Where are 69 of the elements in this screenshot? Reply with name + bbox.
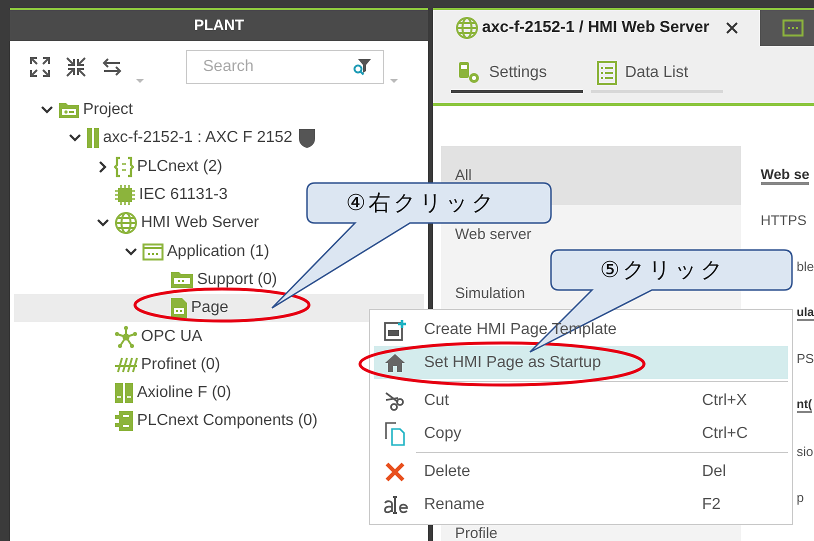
callout-text: ④右クリック [346,190,498,218]
category-item[interactable]: Profile [455,525,498,541]
tree-item[interactable]: axc-f-2152-1 : AXC F 2152 [103,129,292,148]
collapse-all-icon[interactable] [64,55,88,79]
menu-item[interactable]: Cut Ctrl+X [374,384,788,417]
braces-icon [114,156,134,178]
setting-text: nt( [796,397,812,414]
chevron-right-icon[interactable] [99,160,107,173]
folder-icon [58,101,80,120]
rename-icon [382,494,408,514]
category-item[interactable]: Simulation [455,285,526,302]
editor-tab[interactable] [760,8,814,46]
menu-item[interactable]: Set HMI Page as Startup [374,346,788,379]
document-icon [170,297,188,320]
tree-item[interactable]: Project [83,101,133,120]
setting-text: HTTPS [760,212,807,228]
tree-item[interactable]: OPC UA [141,328,202,346]
close-icon[interactable] [726,22,738,34]
tree-item[interactable]: Profinet (0) [141,356,220,374]
view-tab[interactable]: Data List [591,56,723,93]
globe-icon [455,16,479,40]
list-icon [597,60,617,85]
network-icon [114,324,138,349]
view-tab[interactable]: Settings [451,56,583,93]
tree-item[interactable]: Support (0) [197,270,278,289]
tree-item[interactable]: PLCnext Components (0) [137,412,318,430]
tree-item[interactable]: IEC 61131-3 [139,186,228,204]
chevron-down-icon[interactable] [125,248,137,256]
menu-item[interactable]: Copy Ctrl+C [374,417,788,450]
setting-text: ula [796,304,814,321]
menu-item[interactable]: Delete Del [374,455,788,488]
tree-item[interactable]: PLCnext (2) [137,158,222,176]
module-icon [86,127,100,150]
chevron-down-icon[interactable] [41,106,53,114]
menu-item[interactable]: Rename F2 [374,488,788,521]
expand-all-icon[interactable] [28,55,52,79]
setting-text: PS [796,351,814,366]
component-icon [114,410,134,432]
filter-search-icon[interactable] [352,57,372,77]
chevron-down-icon[interactable] [69,134,81,142]
copy-icon [384,422,406,446]
chevron-down-icon[interactable] [97,219,109,228]
setting-text: sio [796,444,814,459]
delete-icon [385,462,405,482]
shield-icon [298,127,316,150]
editor-tab[interactable]: axc-f-2152-1 / HMI Web Server [433,8,760,46]
setting-text: p [796,490,804,506]
folder-icon [170,270,194,289]
scissors-icon [384,390,406,412]
tree-item[interactable]: HMI Web Server [141,214,259,232]
module-icon [114,382,134,404]
window-icon [782,19,804,38]
window-icon [142,242,164,261]
tree-item[interactable]: Application (1) [167,242,270,261]
hatched-bar-icon [114,356,138,373]
chip-icon [114,184,136,206]
tree-item[interactable]: Axioline F (0) [137,384,232,402]
panel-title: PLANT [10,10,428,41]
callout-text: ⑤クリック [600,257,727,285]
search-field[interactable]: Search [186,50,384,84]
globe-icon [114,211,138,236]
tree-item[interactable]: Page [191,299,228,318]
template-icon [384,318,406,340]
setting-text: ble [796,258,814,274]
gear-device-icon [457,60,481,85]
category-item[interactable]: Web server [455,226,532,243]
home-icon [384,352,406,372]
category-item[interactable]: All [455,167,472,184]
setting-text: Web se [760,166,810,185]
